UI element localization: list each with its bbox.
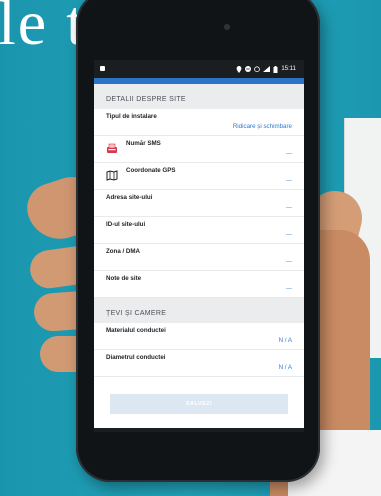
battery-icon (273, 65, 278, 73)
field-label: Diametrul conductei (106, 354, 166, 361)
section-header-site-details: DETALII DESPRE SITE (94, 84, 304, 109)
background-title: le t (0, 0, 86, 58)
alarm-icon (254, 66, 261, 72)
field-label: Note de site (106, 275, 142, 282)
field-pipe-diameter[interactable]: Diametrul conductei N / A (94, 350, 304, 377)
save-button[interactable]: SALVEZI (110, 394, 288, 414)
field-value[interactable]: --- (106, 231, 292, 238)
field-label: Zona / DMA (106, 248, 141, 255)
field-value[interactable]: Ridicare și schimbare (106, 123, 292, 130)
notification-icon (100, 66, 105, 71)
location-icon (237, 65, 242, 73)
field-site-address[interactable]: Adresa site-ului --- (94, 190, 304, 217)
field-value[interactable]: --- (106, 285, 292, 292)
field-label: ID-ul site-ului (106, 221, 146, 228)
status-time: 15:11 (281, 66, 296, 72)
field-label: Materialul conductei (106, 327, 166, 334)
field-gps-coordinates[interactable]: Coordonate GPS --- (94, 163, 304, 190)
field-zone-dma[interactable]: Zona / DMA --- (94, 244, 304, 271)
status-bar: 15:11 (94, 60, 304, 78)
field-value[interactable]: --- (106, 150, 292, 157)
field-label: Coordonate GPS (126, 167, 176, 174)
field-site-id[interactable]: ID-ul site-ului --- (94, 217, 304, 244)
field-label: Număr SMS (126, 140, 161, 147)
field-sms-number[interactable]: Număr SMS --- (94, 136, 304, 163)
phone-screen: 15:11 DETALII DESPRE SITE Tipul de insta… (94, 60, 304, 428)
status-icons: 15:11 (236, 65, 296, 73)
field-value[interactable]: --- (106, 177, 292, 184)
map-icon (106, 170, 118, 181)
phone-earpiece (224, 24, 230, 30)
field-site-notes[interactable]: Note de site --- (94, 271, 304, 298)
field-value[interactable]: --- (106, 204, 292, 211)
signal-icon (263, 66, 271, 72)
field-value[interactable]: N / A (106, 337, 292, 344)
field-pipe-material[interactable]: Materialul conductei N / A (94, 323, 304, 350)
section-header-pipes-chambers: ȚEVI ȘI CAMERE (94, 298, 304, 323)
field-installation-type[interactable]: Tipul de instalare Ridicare și schimbare (94, 109, 304, 136)
screen-bottom-bar (94, 428, 304, 432)
field-value[interactable]: N / A (106, 364, 292, 371)
field-label: Adresa site-ului (106, 194, 153, 201)
field-label: Tipul de instalare (106, 113, 157, 120)
minus-circle-icon (245, 66, 252, 72)
field-value[interactable]: --- (106, 258, 292, 265)
sms-device-icon (107, 143, 117, 153)
